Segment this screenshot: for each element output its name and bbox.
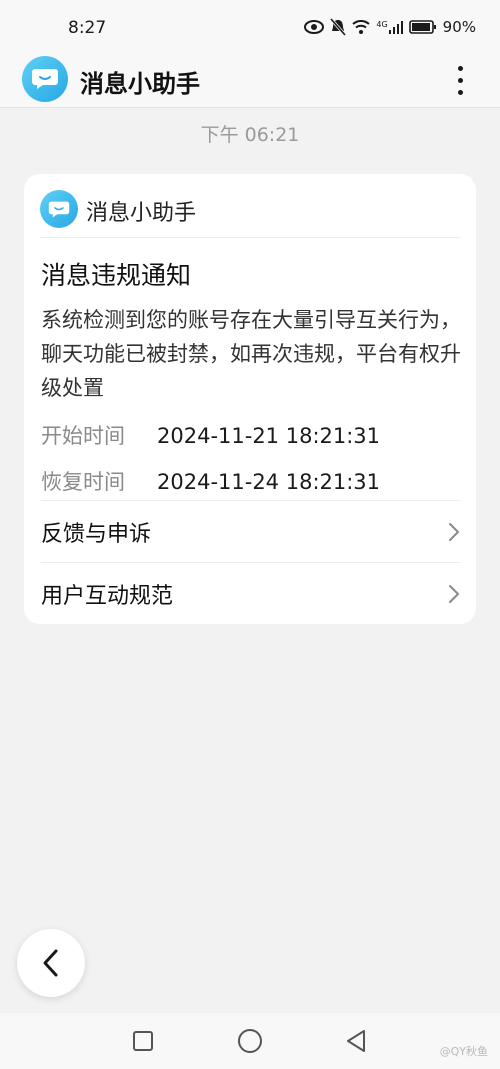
- battery-icon: [408, 20, 437, 34]
- restore-time-row: 恢复时间 2024-11-24 18:21:31: [41, 466, 461, 496]
- more-dot-icon: [457, 65, 463, 71]
- recents-button[interactable]: [129, 1027, 157, 1055]
- more-dot-icon: [457, 89, 463, 95]
- status-icons: 4G 90%: [304, 18, 476, 36]
- back-button[interactable]: [17, 929, 85, 997]
- app-bar: 消息小助手: [0, 50, 500, 108]
- chat-bubble-icon: [32, 69, 58, 89]
- card-sender-name: 消息小助手: [86, 201, 197, 226]
- battery-percent: 90%: [442, 18, 476, 36]
- start-time-label: 开始时间: [41, 424, 125, 448]
- network-type-label: 4G: [376, 20, 388, 29]
- start-time-row: 开始时间 2024-11-21 18:21:31: [41, 420, 461, 450]
- card-header: 消息小助手: [40, 188, 460, 238]
- status-time: 8:27: [68, 18, 107, 38]
- violation-notice-card: 消息小助手 消息违规通知 系统检测到您的账号存在大量引导互关行为，聊天功能已被封…: [24, 174, 476, 624]
- more-options-button[interactable]: [442, 60, 478, 100]
- message-timestamp: 下午 06:21: [200, 124, 300, 146]
- wifi-icon: [352, 20, 371, 34]
- system-nav-bar: @QY秋鱼: [0, 1013, 500, 1069]
- cellular-signal-icon: 4G: [376, 20, 403, 34]
- chevron-left-icon: [43, 949, 58, 977]
- watermark: @QY秋鱼: [439, 1045, 488, 1058]
- square-icon: [133, 1031, 153, 1051]
- page-title: 消息小助手: [80, 70, 200, 98]
- interaction-rules-label: 用户互动规范: [41, 583, 174, 609]
- start-time-value: 2024-11-21 18:21:31: [157, 424, 381, 448]
- notice-title: 消息违规通知: [41, 261, 192, 290]
- interaction-rules-link[interactable]: 用户互动规范: [41, 562, 461, 624]
- sender-avatar: [40, 190, 78, 228]
- feedback-appeal-link[interactable]: 反馈与申诉: [41, 500, 461, 562]
- notice-body: 系统检测到您的账号存在大量引导互关行为，聊天功能已被封禁，如再次违规，平台有权升…: [41, 308, 461, 400]
- chat-bubble-icon: [48, 201, 70, 217]
- restore-time-value: 2024-11-24 18:21:31: [157, 470, 381, 494]
- circle-icon: [238, 1029, 262, 1053]
- assistant-avatar[interactable]: [22, 56, 68, 102]
- more-dot-icon: [457, 77, 463, 83]
- mute-bell-icon: [330, 18, 347, 36]
- triangle-back-icon: [347, 1030, 365, 1052]
- eye-icon: [304, 20, 325, 34]
- chevron-right-icon: [449, 522, 459, 541]
- restore-time-label: 恢复时间: [41, 470, 125, 494]
- chevron-right-icon: [449, 584, 459, 603]
- feedback-appeal-label: 反馈与申诉: [41, 521, 152, 547]
- nav-back-button[interactable]: [342, 1027, 370, 1055]
- home-button[interactable]: [236, 1027, 264, 1055]
